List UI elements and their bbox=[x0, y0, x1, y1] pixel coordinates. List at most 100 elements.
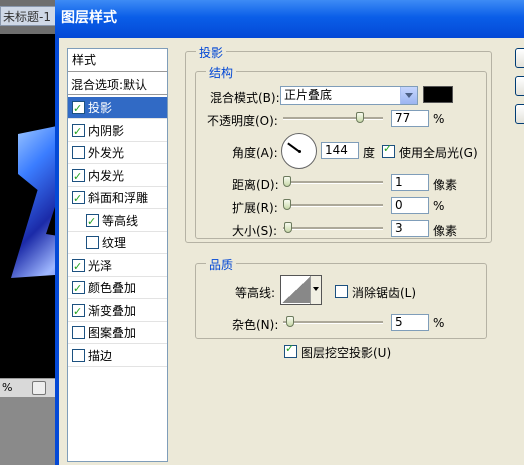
cancel-button[interactable] bbox=[515, 76, 524, 96]
contour-picker[interactable] bbox=[280, 275, 322, 305]
document-status-bar: % bbox=[0, 378, 60, 397]
distance-input[interactable]: 1 bbox=[391, 174, 429, 191]
style-item[interactable]: 内发光 bbox=[68, 165, 167, 188]
blend-mode-select[interactable]: 正片叠底 bbox=[280, 86, 418, 105]
size-label: 大小(S): bbox=[232, 224, 278, 238]
size-slider-track bbox=[283, 227, 383, 230]
drop-shadow-title: 投影 bbox=[196, 44, 227, 61]
spread-unit: % bbox=[433, 199, 445, 213]
style-item-checkbox[interactable] bbox=[72, 98, 85, 120]
noise-slider-thumb[interactable] bbox=[286, 316, 294, 327]
style-item[interactable]: 外发光 bbox=[68, 142, 167, 164]
style-item[interactable]: 纹理 bbox=[68, 232, 167, 254]
noise-unit: % bbox=[433, 316, 445, 330]
opacity-label: 不透明度(O): bbox=[207, 114, 278, 128]
style-item-label: 渐变叠加 bbox=[88, 303, 137, 318]
knockout-label[interactable]: 图层挖空投影(U) bbox=[301, 344, 391, 361]
noise-input[interactable]: 5 bbox=[391, 314, 429, 331]
style-item-checkbox[interactable] bbox=[72, 188, 85, 210]
global-light-label[interactable]: 使用全局光(G) bbox=[399, 144, 478, 161]
opacity-unit: % bbox=[433, 112, 445, 126]
knockout-checkbox[interactable] bbox=[284, 342, 297, 358]
opacity-slider[interactable] bbox=[283, 111, 383, 125]
spread-slider-track bbox=[283, 204, 383, 207]
size-slider-thumb[interactable] bbox=[284, 222, 292, 233]
style-item-label: 纹理 bbox=[102, 236, 127, 250]
style-item[interactable]: 渐变叠加 bbox=[68, 300, 167, 323]
zoom-percent[interactable]: % bbox=[2, 381, 12, 394]
style-item-label: 斜面和浮雕 bbox=[88, 191, 149, 205]
noise-slider[interactable] bbox=[283, 315, 383, 329]
dialog-title[interactable]: 图层样式 bbox=[55, 0, 524, 38]
document-canvas[interactable] bbox=[0, 34, 60, 378]
style-item-checkbox[interactable] bbox=[72, 256, 85, 278]
noise-slider-track bbox=[283, 321, 383, 324]
style-item[interactable]: 光泽 bbox=[68, 255, 167, 278]
style-item-label: 外发光 bbox=[88, 146, 125, 160]
contour-label: 等高线: bbox=[235, 286, 276, 300]
blend-mode-label: 混合模式(B): bbox=[210, 91, 280, 105]
blend-mode-value: 正片叠底 bbox=[284, 88, 333, 102]
style-item-checkbox[interactable] bbox=[72, 348, 85, 362]
style-item-checkbox[interactable] bbox=[72, 278, 85, 300]
blending-options-item[interactable]: 混合选项:默认 bbox=[68, 75, 167, 95]
distance-slider[interactable] bbox=[283, 175, 383, 189]
global-light-checkbox[interactable] bbox=[382, 142, 395, 158]
antialias-label[interactable]: 消除锯齿(L) bbox=[352, 284, 416, 301]
size-input[interactable]: 3 bbox=[391, 220, 429, 237]
size-slider[interactable] bbox=[283, 221, 383, 235]
style-item-label: 图案叠加 bbox=[88, 326, 137, 340]
style-item-label: 光泽 bbox=[88, 258, 113, 273]
angle-dial-center bbox=[298, 150, 301, 153]
style-item[interactable]: 描边 bbox=[68, 345, 167, 367]
new-style-button[interactable] bbox=[515, 104, 524, 124]
style-item-label: 颜色叠加 bbox=[88, 281, 137, 295]
style-item-checkbox[interactable] bbox=[72, 326, 85, 339]
style-item-checkbox[interactable] bbox=[72, 146, 85, 159]
style-item-label: 内发光 bbox=[88, 168, 125, 183]
noise-label: 杂色(N): bbox=[232, 318, 279, 332]
document-tab[interactable]: 未标题-1 bbox=[0, 6, 56, 26]
shadow-color-swatch[interactable] bbox=[423, 86, 453, 103]
style-item-label: 内阴影 bbox=[88, 123, 125, 138]
spread-slider-thumb[interactable] bbox=[283, 199, 291, 210]
spread-label: 扩展(R): bbox=[232, 201, 278, 215]
styles-list: 样式 混合选项:默认 投影内阴影外发光内发光斜面和浮雕等高线纹理光泽颜色叠加渐变… bbox=[67, 48, 168, 462]
quality-title: 品质 bbox=[206, 256, 237, 273]
style-item[interactable]: 颜色叠加 bbox=[68, 277, 167, 300]
size-unit: 像素 bbox=[433, 224, 458, 238]
opacity-slider-track bbox=[283, 117, 383, 120]
styles-header[interactable]: 样式 bbox=[68, 49, 167, 72]
spread-slider[interactable] bbox=[283, 198, 383, 212]
style-item-label: 描边 bbox=[88, 348, 113, 363]
chevron-down-icon[interactable] bbox=[310, 276, 321, 304]
style-item-checkbox[interactable] bbox=[86, 211, 99, 233]
angle-input[interactable]: 144 bbox=[321, 142, 359, 159]
angle-dial[interactable] bbox=[281, 133, 317, 169]
ok-button[interactable] bbox=[515, 48, 524, 68]
style-item[interactable]: 投影 bbox=[68, 97, 167, 120]
style-item-checkbox[interactable] bbox=[86, 236, 99, 249]
background-document: 未标题-1 % bbox=[0, 0, 60, 465]
style-item[interactable]: 斜面和浮雕 bbox=[68, 187, 167, 210]
style-item-checkbox[interactable] bbox=[72, 166, 85, 188]
distance-label: 距离(D): bbox=[232, 178, 279, 192]
style-item-checkbox[interactable] bbox=[72, 301, 85, 323]
opacity-input[interactable]: 77 bbox=[391, 110, 429, 127]
style-item[interactable]: 图案叠加 bbox=[68, 322, 167, 344]
style-item[interactable]: 等高线 bbox=[68, 210, 167, 233]
distance-slider-thumb[interactable] bbox=[283, 176, 291, 187]
contour-preview bbox=[282, 277, 310, 303]
opacity-slider-thumb[interactable] bbox=[356, 112, 364, 123]
canvas-artwork bbox=[11, 124, 60, 278]
distance-unit: 像素 bbox=[433, 178, 458, 192]
structure-title: 结构 bbox=[206, 64, 237, 81]
style-item-label: 投影 bbox=[88, 101, 113, 115]
spread-input[interactable]: 0 bbox=[391, 197, 429, 214]
style-item-checkbox[interactable] bbox=[72, 121, 85, 143]
chevron-down-icon[interactable] bbox=[400, 87, 417, 104]
style-item[interactable]: 内阴影 bbox=[68, 120, 167, 143]
antialias-checkbox[interactable] bbox=[335, 285, 348, 298]
angle-label: 角度(A): bbox=[232, 146, 278, 160]
status-nav-icon[interactable] bbox=[32, 381, 46, 395]
